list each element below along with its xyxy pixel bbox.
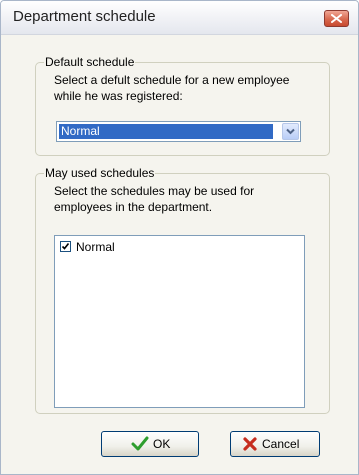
dialog-window: Department schedule Default schedule Sel…: [0, 0, 359, 475]
close-icon: [331, 14, 342, 23]
default-schedule-select[interactable]: Normal: [56, 121, 301, 142]
ok-label: OK: [153, 437, 171, 451]
close-button[interactable]: [324, 10, 349, 27]
checkmark-icon: [131, 436, 149, 451]
ok-button[interactable]: OK: [101, 431, 199, 457]
default-schedule-group: Default schedule Select a defult schedul…: [35, 55, 330, 156]
may-used-schedules-group: May used schedules Select the schedules …: [35, 166, 330, 414]
default-schedule-legend: Default schedule: [44, 55, 136, 70]
window-title: Department schedule: [13, 8, 156, 25]
may-used-schedules-description: Select the schedules may be used for emp…: [54, 184, 255, 214]
default-schedule-description: Select a defult schedule for a new emplo…: [54, 73, 290, 103]
may-used-schedules-legend: May used schedules: [44, 166, 156, 181]
chevron-down-icon: [286, 128, 295, 135]
title-bar[interactable]: Department schedule: [1, 1, 358, 35]
checkmark-icon: [61, 243, 70, 250]
cancel-label: Cancel: [262, 437, 300, 451]
cancel-button[interactable]: Cancel: [230, 431, 320, 457]
schedules-listbox[interactable]: Normal: [54, 235, 305, 408]
schedule-checkbox[interactable]: [60, 241, 71, 252]
x-icon: [243, 437, 257, 451]
default-schedule-value: Normal: [59, 124, 273, 139]
schedule-item-label: Normal: [76, 240, 115, 254]
default-schedule-dropdown-button[interactable]: [282, 123, 299, 140]
